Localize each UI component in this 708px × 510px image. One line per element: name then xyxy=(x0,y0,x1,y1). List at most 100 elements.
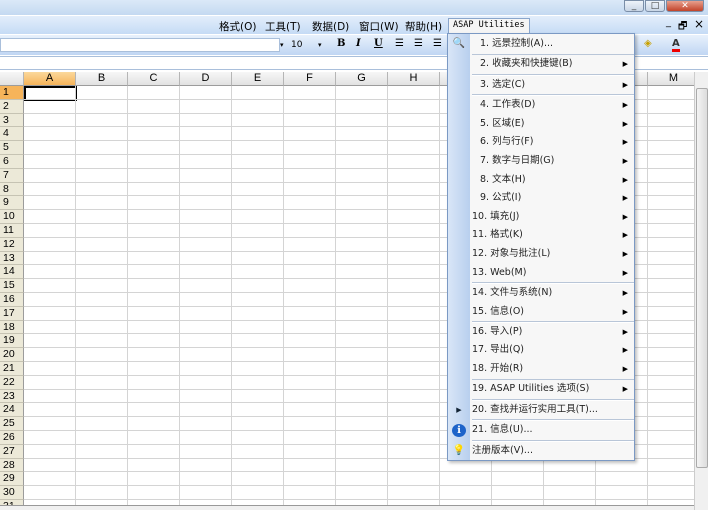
column-header-c[interactable]: C xyxy=(128,72,180,86)
magnifier-icon: 🔍 xyxy=(452,38,466,49)
row-header-29[interactable]: 29 xyxy=(0,472,24,487)
row-header-17[interactable]: 17 xyxy=(0,306,24,321)
menu-tools[interactable]: 工具(T) xyxy=(265,19,301,34)
menu-item[interactable]: 💡 注册版本(V)... xyxy=(448,442,634,461)
menu-item[interactable]: 8. 文本(H) ▶ xyxy=(448,171,634,190)
size-dropdown-arrow-icon[interactable]: ▾ xyxy=(318,41,322,49)
row-header-3[interactable]: 3 xyxy=(0,113,24,128)
menu-item[interactable]: 7. 数字与日期(G) ▶ xyxy=(448,152,634,171)
menu-item[interactable]: 4. 工作表(D) ▶ xyxy=(448,96,634,115)
fill-color-icon[interactable]: ◈ xyxy=(644,38,652,49)
submenu-arrow-icon: ▶ xyxy=(622,288,628,297)
menu-item[interactable]: 10. 填充(J) ▶ xyxy=(448,208,634,227)
font-color-button[interactable]: A xyxy=(672,38,680,52)
row-header-6[interactable]: 6 xyxy=(0,155,24,169)
select-all-corner[interactable] xyxy=(0,72,24,86)
column-header-e[interactable]: E xyxy=(232,72,284,86)
menu-item[interactable]: 9. 公式(I) ▶ xyxy=(448,189,634,208)
column-header-g[interactable]: G xyxy=(336,72,388,86)
row-header-24[interactable]: 24 xyxy=(0,403,24,418)
submenu-arrow-icon: ▶ xyxy=(622,268,628,277)
menu-item-label: 3. 选定(C) xyxy=(480,78,526,90)
menu-item[interactable]: 🔍 1. 远景控制(A)... xyxy=(448,35,634,54)
menu-item[interactable]: 17. 导出(Q) ▶ xyxy=(448,341,634,360)
font-dropdown-arrow-icon[interactable]: ▾ xyxy=(280,41,284,49)
underline-button[interactable]: U xyxy=(374,38,383,49)
sheet-tabs-bar[interactable] xyxy=(0,505,694,510)
menu-item[interactable]: ℹ 21. 信息(U)... xyxy=(448,421,634,440)
row-header-25[interactable]: 25 xyxy=(0,417,24,431)
row-header-28[interactable]: 28 xyxy=(0,458,24,473)
menu-asap-utilities[interactable]: ASAP Utilities xyxy=(448,18,530,34)
align-left-icon[interactable]: ☰ xyxy=(395,38,404,49)
play-arrow-icon: ▶ xyxy=(456,405,462,414)
menu-item-label: 14. 文件与系统(N) xyxy=(472,286,553,298)
scrollbar-thumb[interactable] xyxy=(696,88,708,468)
row-header-15[interactable]: 15 xyxy=(0,279,24,293)
font-size-box[interactable]: 10 xyxy=(291,40,302,50)
italic-button[interactable]: I xyxy=(356,38,361,49)
row-header-11[interactable]: 11 xyxy=(0,224,24,238)
font-name-box[interactable] xyxy=(0,38,280,52)
menu-item[interactable]: 19. ASAP Utilities 选项(S) ▶ xyxy=(448,380,634,399)
menu-item[interactable]: 2. 收藏夹和快捷键(B) ▶ xyxy=(448,55,634,74)
column-header-h[interactable]: H xyxy=(388,72,440,86)
row-header-23[interactable]: 23 xyxy=(0,389,24,404)
column-header-d[interactable]: D xyxy=(180,72,232,86)
row-header-1[interactable]: 1 xyxy=(0,86,24,100)
row-header-26[interactable]: 26 xyxy=(0,431,24,445)
row-header-13[interactable]: 13 xyxy=(0,251,24,266)
row-header-8[interactable]: 8 xyxy=(0,182,24,197)
lightbulb-icon: 💡 xyxy=(452,444,466,456)
menu-item[interactable]: 6. 列与行(F) ▶ xyxy=(448,133,634,152)
menu-item[interactable]: 14. 文件与系统(N) ▶ xyxy=(448,284,634,303)
align-center-icon[interactable]: ☰ xyxy=(414,38,423,49)
menu-item[interactable]: 12. 对象与批注(L) ▶ xyxy=(448,245,634,264)
menu-window[interactable]: 窗口(W) xyxy=(359,19,399,34)
menu-item[interactable]: 11. 格式(K) ▶ xyxy=(448,226,634,245)
bold-button[interactable]: B xyxy=(337,38,345,49)
row-header-7[interactable]: 7 xyxy=(0,168,24,183)
doc-restore-button[interactable]: 🗗 xyxy=(678,19,687,36)
row-header-22[interactable]: 22 xyxy=(0,375,24,390)
row-header-19[interactable]: 19 xyxy=(0,334,24,349)
row-header-2[interactable]: 2 xyxy=(0,99,24,114)
row-header-10[interactable]: 10 xyxy=(0,210,24,224)
column-header-m[interactable]: M xyxy=(648,72,694,86)
row-header-18[interactable]: 18 xyxy=(0,320,24,335)
row-header-9[interactable]: 9 xyxy=(0,196,24,211)
row-header-16[interactable]: 16 xyxy=(0,293,24,307)
doc-close-button[interactable]: × xyxy=(694,17,704,31)
close-button[interactable]: ✕ xyxy=(666,0,704,12)
menu-item[interactable]: 18. 开始(R) ▶ xyxy=(448,360,634,379)
row-header-4[interactable]: 4 xyxy=(0,127,24,142)
row-header-27[interactable]: 27 xyxy=(0,444,24,459)
menu-help[interactable]: 帮助(H) xyxy=(405,19,442,34)
row-header-12[interactable]: 12 xyxy=(0,237,24,252)
menu-item[interactable]: 5. 区域(E) ▶ xyxy=(448,115,634,134)
menu-format[interactable]: 格式(O) xyxy=(219,19,256,34)
menu-item-label: 12. 对象与批注(L) xyxy=(472,247,551,259)
submenu-arrow-icon: ▶ xyxy=(622,119,628,128)
restore-button[interactable]: □ xyxy=(645,0,665,12)
menu-item[interactable]: ▶ 20. 查找并运行实用工具(T)... xyxy=(448,401,634,420)
menu-data[interactable]: 数据(D) xyxy=(312,19,349,34)
menu-item-label: 21. 信息(U)... xyxy=(472,424,533,436)
menu-item[interactable]: 15. 信息(O) ▶ xyxy=(448,303,634,322)
row-header-5[interactable]: 5 xyxy=(0,141,24,155)
doc-minimize-button[interactable]: _ xyxy=(666,17,671,28)
menu-item[interactable]: 3. 选定(C) ▶ xyxy=(448,76,634,95)
column-header-f[interactable]: F xyxy=(284,72,336,86)
menu-item[interactable]: 16. 导入(P) ▶ xyxy=(448,323,634,342)
row-header-14[interactable]: 14 xyxy=(0,265,24,280)
minimize-button[interactable]: _ xyxy=(624,0,644,12)
row-header-21[interactable]: 21 xyxy=(0,362,24,376)
column-header-a[interactable]: A xyxy=(24,72,76,86)
row-header-30[interactable]: 30 xyxy=(0,486,24,500)
align-right-icon[interactable]: ☰ xyxy=(433,38,442,49)
vertical-scrollbar[interactable] xyxy=(694,72,708,510)
row-header-20[interactable]: 20 xyxy=(0,348,24,362)
menu-item-label: 2. 收藏夹和快捷键(B) xyxy=(480,58,573,70)
menu-item[interactable]: 13. Web(M) ▶ xyxy=(448,264,634,283)
column-header-b[interactable]: B xyxy=(76,72,128,86)
